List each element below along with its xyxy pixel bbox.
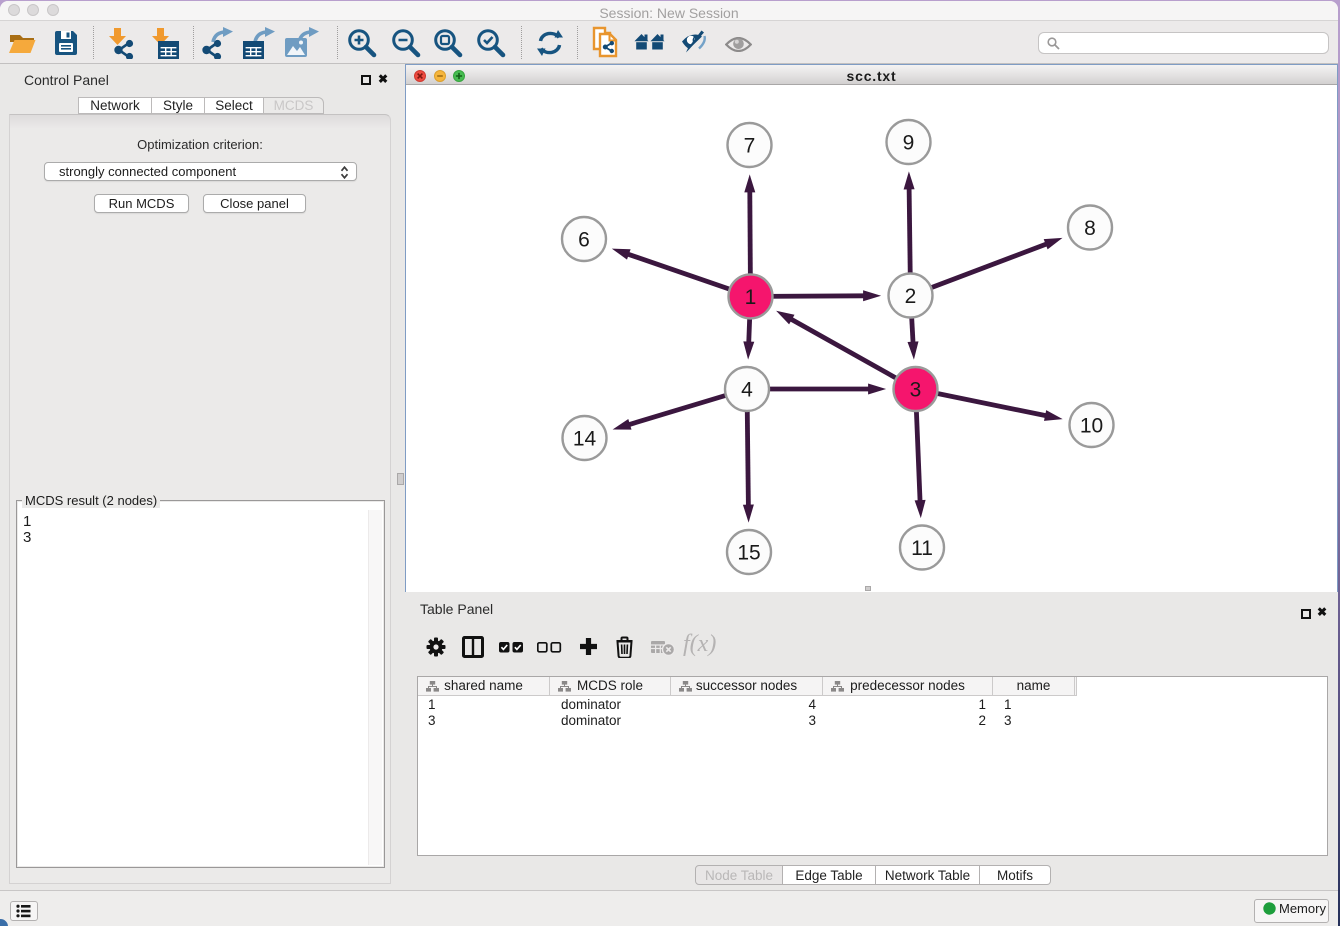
svg-text:11: 11	[911, 537, 933, 560]
svg-text:10: 10	[1080, 415, 1103, 438]
svg-text:7: 7	[744, 135, 756, 158]
svg-text:3: 3	[910, 379, 922, 402]
svg-text:1: 1	[745, 286, 757, 309]
svg-text:8: 8	[1084, 217, 1096, 240]
svg-text:6: 6	[578, 229, 590, 252]
svg-text:15: 15	[737, 542, 760, 565]
svg-text:4: 4	[741, 379, 753, 402]
svg-text:9: 9	[903, 132, 915, 155]
svg-text:2: 2	[905, 285, 917, 308]
svg-text:14: 14	[573, 428, 597, 451]
